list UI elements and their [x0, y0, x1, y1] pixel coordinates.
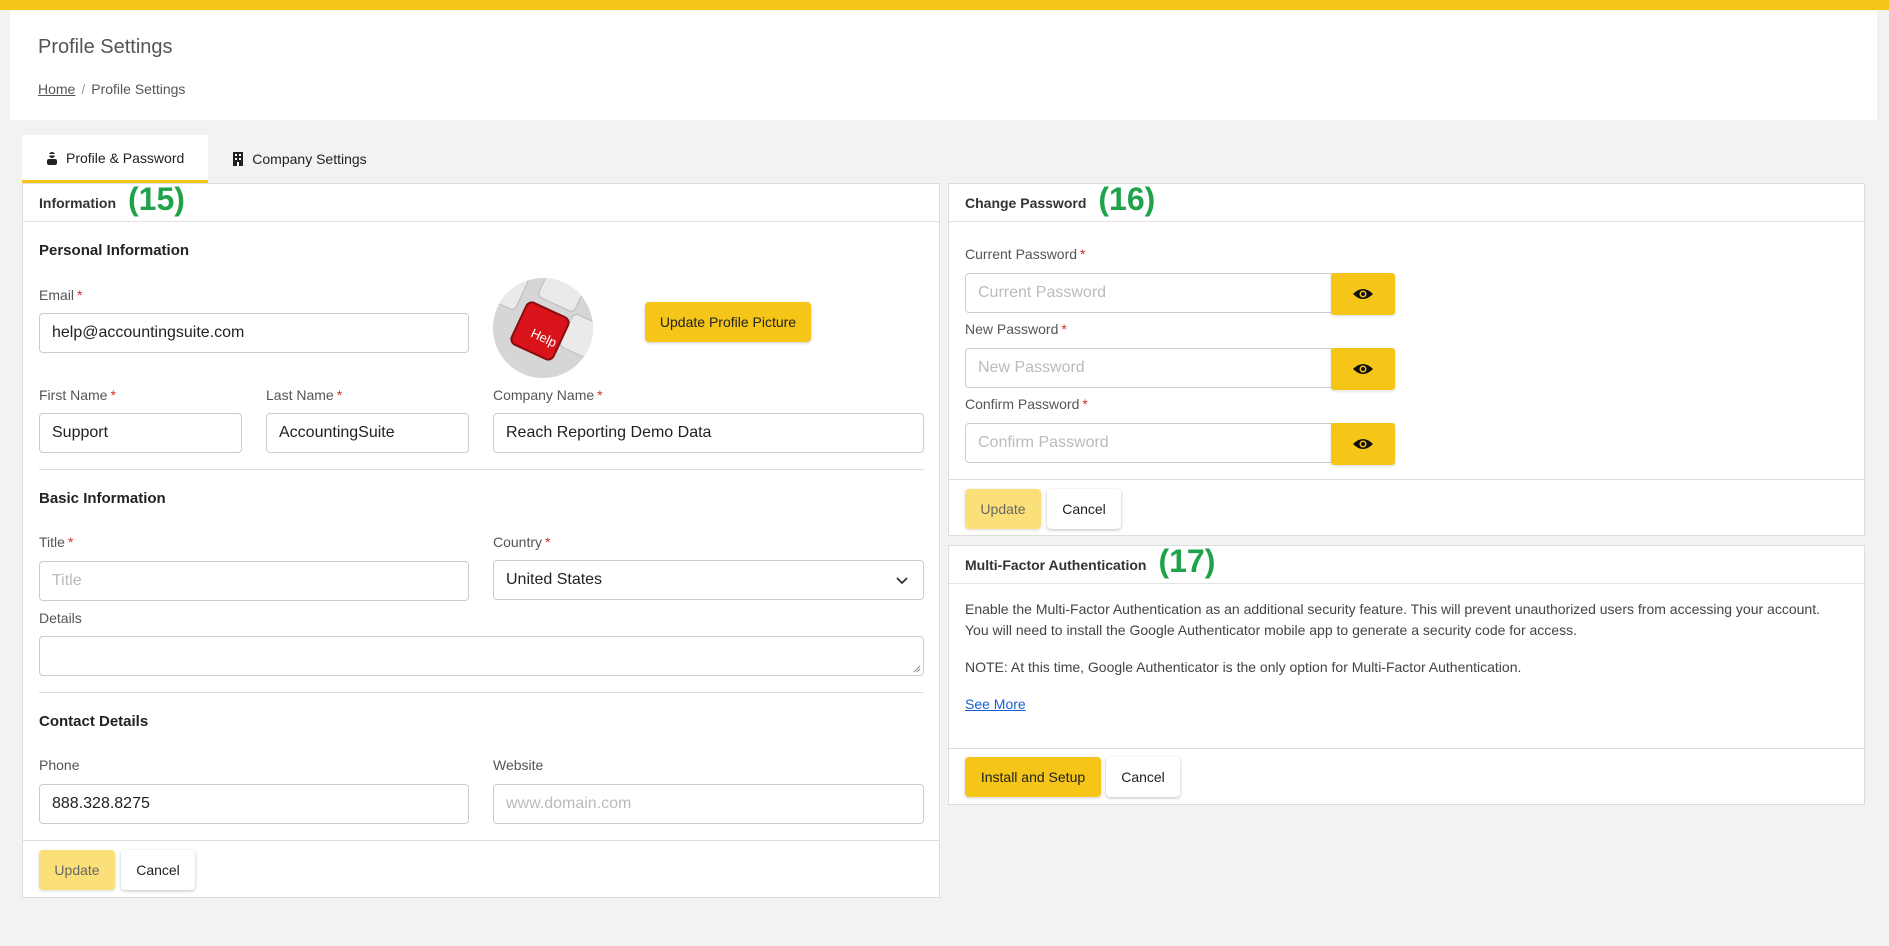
title-label: Title *: [39, 534, 74, 550]
website-field[interactable]: www.domain.com: [493, 784, 924, 824]
resize-handle-icon: [913, 665, 921, 673]
information-card: Information (15) Personal Information Em…: [22, 181, 940, 898]
current-password-label: Current Password *: [965, 246, 1086, 262]
mfa-note: NOTE: At this time, Google Authenticator…: [965, 659, 1522, 675]
phone-label: Phone: [39, 757, 80, 773]
title-field[interactable]: Title: [39, 561, 469, 601]
card-header: Multi-Factor Authentication (17): [949, 543, 1864, 584]
company-name-field[interactable]: Reach Reporting Demo Data: [493, 413, 924, 453]
basic-information-heading: Basic Information: [39, 490, 166, 507]
divider: [39, 692, 924, 693]
annotation-marker: (17): [1158, 543, 1216, 579]
help-key-image: Help: [493, 278, 593, 378]
card-title: Multi-Factor Authentication: [965, 556, 1147, 573]
update-button[interactable]: Update: [39, 850, 115, 890]
card-title: Information: [39, 194, 116, 211]
annotation-marker: (16): [1098, 181, 1156, 217]
toggle-confirm-password-button[interactable]: [1331, 423, 1395, 465]
tab-company-settings[interactable]: Company Settings: [208, 135, 390, 183]
update-password-button[interactable]: Update: [965, 489, 1041, 529]
current-password-field[interactable]: Current Password: [965, 273, 1332, 313]
building-icon: [233, 152, 244, 166]
chevron-down-icon: [896, 577, 908, 585]
eye-icon: [1353, 289, 1373, 299]
card-header: Information (15): [23, 181, 939, 222]
breadcrumb-separator: /: [81, 81, 86, 97]
top-accent-bar: [0, 0, 1889, 10]
user-secret-icon: [47, 151, 57, 165]
breadcrumb: Home / Profile Settings: [38, 81, 185, 97]
company-name-label: Company Name *: [493, 387, 603, 403]
country-value: United States: [506, 571, 603, 588]
breadcrumb-current: Profile Settings: [91, 81, 186, 97]
footer-divider: [23, 840, 939, 841]
footer-divider: [949, 479, 1864, 480]
see-more-link[interactable]: See More: [965, 696, 1026, 712]
page-title: Profile Settings: [38, 36, 173, 58]
details-textarea[interactable]: [39, 636, 924, 676]
breadcrumb-home-link[interactable]: Home: [38, 81, 75, 97]
annotation-marker: (15): [128, 181, 185, 217]
divider: [39, 469, 924, 470]
avatar[interactable]: Help: [493, 278, 593, 378]
website-label: Website: [493, 757, 544, 773]
cancel-button[interactable]: Cancel: [121, 850, 195, 890]
email-field[interactable]: help@accountingsuite.com: [39, 313, 469, 353]
mfa-description-line-2: You will need to install the Google Auth…: [965, 622, 1577, 638]
first-name-field[interactable]: Support: [39, 413, 242, 453]
country-select[interactable]: United States: [493, 560, 924, 600]
new-password-label: New Password *: [965, 321, 1067, 337]
last-name-field[interactable]: AccountingSuite: [266, 413, 469, 453]
personal-information-heading: Personal Information: [39, 242, 190, 259]
confirm-password-label: Confirm Password *: [965, 396, 1088, 412]
cancel-password-button[interactable]: Cancel: [1047, 489, 1121, 529]
eye-icon: [1353, 364, 1373, 374]
tab-label: Company Settings: [252, 151, 367, 167]
email-label: Email *: [39, 287, 83, 303]
toggle-current-password-button[interactable]: [1331, 273, 1395, 315]
page-header: Profile Settings Home / Profile Settings: [10, 11, 1877, 120]
first-name-label: First Name *: [39, 387, 116, 403]
mfa-description-line-1: Enable the Multi-Factor Authentication a…: [965, 601, 1820, 617]
eye-icon: [1353, 439, 1373, 449]
confirm-password-field[interactable]: Confirm Password: [965, 423, 1332, 463]
details-label: Details: [39, 610, 82, 626]
footer-divider: [949, 748, 1864, 749]
mfa-card: Multi-Factor Authentication (17) Enable …: [948, 543, 1865, 805]
install-and-setup-button[interactable]: Install and Setup: [965, 757, 1101, 797]
change-password-card: Change Password (16) Current Password * C…: [948, 181, 1865, 536]
tab-profile-password[interactable]: Profile & Password: [22, 135, 209, 183]
last-name-label: Last Name *: [266, 387, 343, 403]
update-profile-picture-button[interactable]: Update Profile Picture: [645, 302, 811, 342]
phone-field[interactable]: 888.328.8275: [39, 784, 469, 824]
new-password-field[interactable]: New Password: [965, 348, 1332, 388]
cancel-mfa-button[interactable]: Cancel: [1106, 757, 1180, 797]
tab-label: Profile & Password: [66, 149, 185, 166]
country-label: Country *: [493, 534, 551, 550]
contact-details-heading: Contact Details: [39, 713, 149, 730]
settings-tabs: Profile & Password Company Settings: [22, 135, 391, 183]
card-title: Change Password: [965, 194, 1087, 211]
toggle-new-password-button[interactable]: [1331, 348, 1395, 390]
card-header: Change Password (16): [949, 181, 1864, 222]
